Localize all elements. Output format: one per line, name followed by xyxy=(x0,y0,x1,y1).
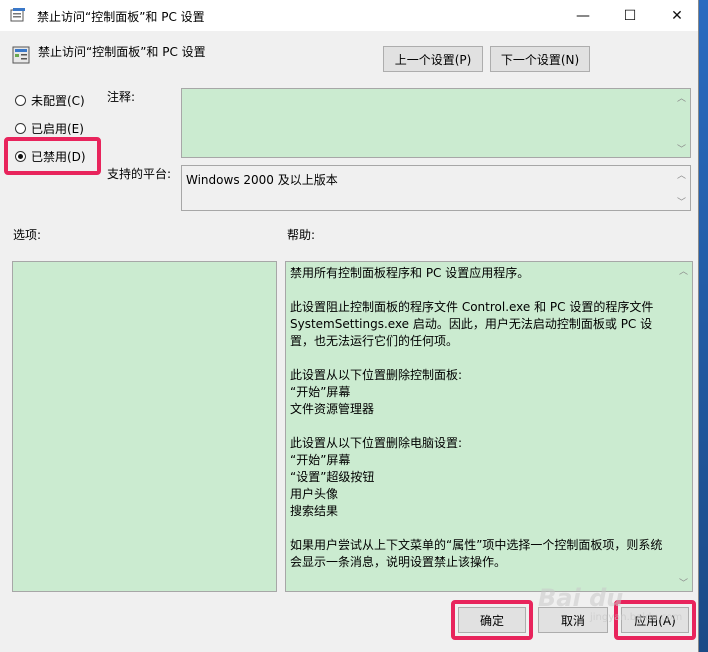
minimize-button[interactable]: — xyxy=(560,0,606,31)
policy-dialog: 禁止访问“控制面板”和 PC 设置 — ☐ ✕ 禁止访问“控制面板”和 PC 设… xyxy=(0,0,699,652)
options-label: 选项: xyxy=(13,228,42,242)
watermark-logo: Bai du xyxy=(538,584,624,612)
close-button[interactable]: ✕ xyxy=(654,0,700,31)
highlight-box-ok xyxy=(451,600,533,640)
policy-icon xyxy=(10,8,25,22)
help-pane: 禁用所有控制面板程序和 PC 设置应用程序。 此设置阻止控制面板的程序文件 Co… xyxy=(285,261,693,592)
platform-scrollbar[interactable]: ︿ ﹀ xyxy=(674,166,690,210)
scroll-down-icon[interactable]: ﹀ xyxy=(677,195,686,208)
radio-enabled[interactable]: 已启用(E) xyxy=(15,120,84,137)
maximize-button[interactable]: ☐ xyxy=(607,0,653,31)
screen: 禁止访问“控制面板”和 PC 设置 — ☐ ✕ 禁止访问“控制面板”和 PC 设… xyxy=(0,0,708,652)
prev-setting-button[interactable]: 上一个设置(P) xyxy=(383,46,483,72)
options-pane xyxy=(12,261,277,592)
radio-label: 未配置(C) xyxy=(31,94,85,108)
setting-name: 禁止访问“控制面板”和 PC 设置 xyxy=(38,45,206,59)
help-text: 禁用所有控制面板程序和 PC 设置应用程序。 此设置阻止控制面板的程序文件 Co… xyxy=(290,266,663,569)
comment-textarea[interactable]: ︿ ﹀ xyxy=(181,88,691,158)
scroll-up-icon[interactable]: ︿ xyxy=(677,168,686,181)
setting-icon xyxy=(12,46,30,64)
comment-label: 注释: xyxy=(107,90,136,104)
scroll-down-icon[interactable]: ﹀ xyxy=(677,142,686,155)
platform-field: Windows 2000 及以上版本 ︿ ﹀ xyxy=(181,165,691,211)
platform-label: 支持的平台: xyxy=(107,167,172,181)
radio-label: 已启用(E) xyxy=(31,122,84,136)
scroll-up-icon[interactable]: ︿ xyxy=(677,91,686,104)
radio-circle[interactable] xyxy=(15,95,26,106)
scroll-up-icon[interactable]: ︿ xyxy=(679,264,688,277)
comment-scrollbar[interactable]: ︿ ﹀ xyxy=(674,89,690,157)
platform-value: Windows 2000 及以上版本 xyxy=(186,173,338,187)
highlight-box-disabled xyxy=(4,137,101,175)
title-bar: 禁止访问“控制面板”和 PC 设置 — ☐ ✕ xyxy=(0,0,698,31)
scroll-down-icon[interactable]: ﹀ xyxy=(679,576,688,589)
help-label: 帮助: xyxy=(287,228,316,242)
radio-not-configured[interactable]: 未配置(C) xyxy=(15,92,85,109)
watermark-url: jingyan.baidu.com xyxy=(590,612,683,623)
radio-circle[interactable] xyxy=(15,123,26,134)
help-scrollbar[interactable]: ︿ ﹀ xyxy=(676,262,692,591)
window-title: 禁止访问“控制面板”和 PC 设置 xyxy=(37,10,205,24)
desktop-background xyxy=(698,0,708,652)
next-setting-button[interactable]: 下一个设置(N) xyxy=(490,46,590,72)
